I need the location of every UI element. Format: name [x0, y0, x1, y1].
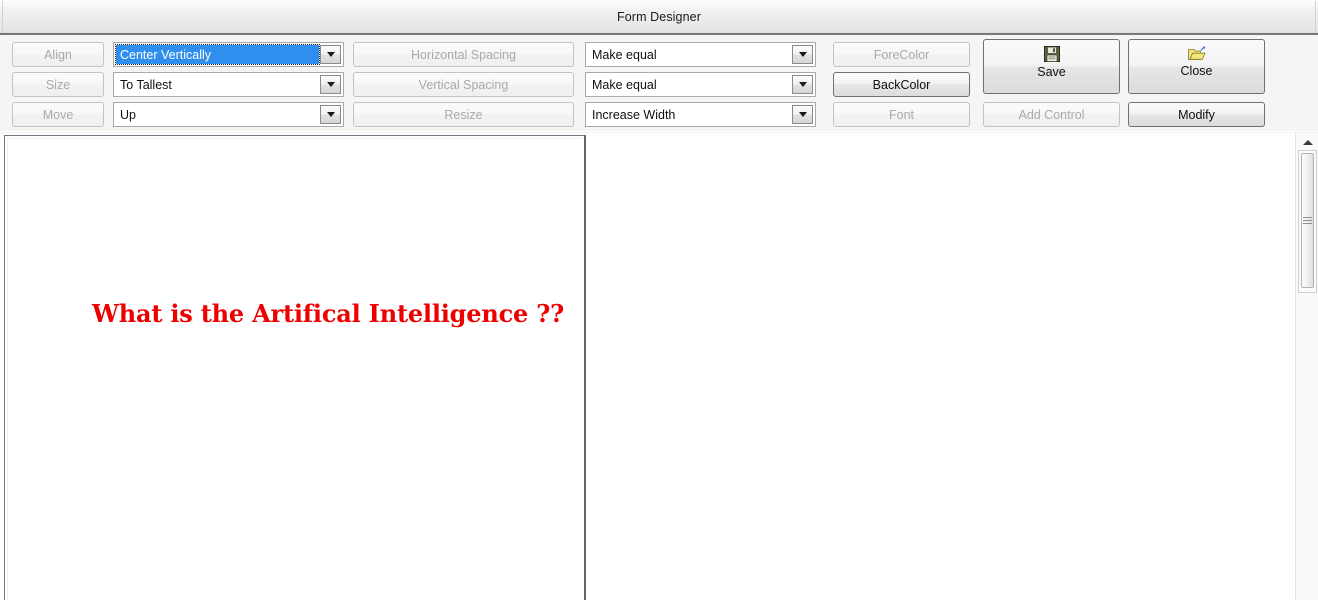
window-titlebar: Form Designer — [0, 0, 1318, 35]
form-designer-window: Form Designer Align Size Move Center Ver… — [0, 0, 1318, 600]
size-combo[interactable]: To Tallest — [113, 72, 344, 97]
chevron-down-icon[interactable] — [792, 45, 813, 64]
designed-form-surface[interactable]: What is the Artifical Intelligence ?? — [7, 138, 583, 600]
chevron-down-icon[interactable] — [320, 45, 341, 64]
horizontal-spacing-combo[interactable]: Make equal — [585, 42, 816, 67]
floppy-disk-icon — [1043, 46, 1060, 62]
chevron-down-icon[interactable] — [792, 75, 813, 94]
forecolor-button[interactable]: ForeColor — [833, 42, 970, 67]
forecolor-button-label: ForeColor — [873, 47, 930, 62]
vertical-scrollbar[interactable] — [1295, 133, 1318, 600]
chevron-down-icon[interactable] — [792, 105, 813, 124]
scrollbar-track[interactable] — [1298, 150, 1317, 293]
vertical-spacing-combo-value: Make equal — [592, 77, 657, 92]
vertical-spacing-button[interactable]: Vertical Spacing — [353, 72, 574, 97]
align-combo-value: Center Vertically — [115, 44, 320, 65]
backcolor-button[interactable]: BackColor — [833, 72, 970, 97]
modify-button[interactable]: Modify — [1128, 102, 1265, 127]
designer-toolbar: Align Size Move Center Vertically To Tal… — [0, 35, 1318, 132]
form-label-control[interactable]: What is the Artifical Intelligence ?? — [92, 299, 564, 328]
save-button[interactable]: Save — [983, 39, 1120, 94]
add-control-button-label: Add Control — [1018, 107, 1085, 122]
horizontal-spacing-button[interactable]: Horizontal Spacing — [353, 42, 574, 67]
window-title: Form Designer — [617, 10, 701, 24]
font-button-label: Font — [888, 107, 914, 122]
resize-button-label: Resize — [444, 107, 483, 122]
align-button-label: Align — [44, 47, 72, 62]
vertical-spacing-button-label: Vertical Spacing — [418, 77, 509, 92]
move-combo[interactable]: Up — [113, 102, 344, 127]
toolbar-separator — [0, 131, 1318, 132]
horizontal-spacing-combo-value: Make equal — [592, 47, 657, 62]
horizontal-spacing-button-label: Horizontal Spacing — [411, 47, 516, 62]
resize-button[interactable]: Resize — [353, 102, 574, 127]
chevron-down-icon[interactable] — [320, 75, 341, 94]
open-folder-icon — [1187, 46, 1206, 61]
move-button-label: Move — [42, 107, 74, 122]
designed-form-panel[interactable]: What is the Artifical Intelligence ?? — [4, 135, 586, 600]
scrollbar-thumb[interactable] — [1301, 153, 1314, 288]
modify-button-label: Modify — [1178, 107, 1215, 122]
add-control-button[interactable]: Add Control — [983, 102, 1120, 127]
close-button[interactable]: Close — [1128, 39, 1265, 94]
backcolor-button-label: BackColor — [872, 77, 931, 92]
align-combo[interactable]: Center Vertically — [113, 42, 344, 67]
align-button[interactable]: Align — [12, 42, 104, 67]
design-canvas[interactable]: What is the Artifical Intelligence ?? — [0, 133, 1295, 600]
titlebar-inner: Form Designer — [2, 1, 1316, 33]
move-button[interactable]: Move — [12, 102, 104, 127]
size-button-label: Size — [45, 77, 71, 92]
resize-combo-value: Increase Width — [592, 107, 676, 122]
scrollbar-grip-icon — [1303, 215, 1312, 226]
save-button-label: Save — [1037, 65, 1066, 79]
size-combo-value: To Tallest — [120, 77, 172, 92]
move-combo-value: Up — [120, 107, 136, 122]
vertical-spacing-combo[interactable]: Make equal — [585, 72, 816, 97]
font-button[interactable]: Font — [833, 102, 970, 127]
scroll-up-icon[interactable] — [1299, 135, 1316, 150]
chevron-down-icon[interactable] — [320, 105, 341, 124]
resize-combo[interactable]: Increase Width — [585, 102, 816, 127]
close-button-label: Close — [1180, 64, 1213, 78]
size-button[interactable]: Size — [12, 72, 104, 97]
